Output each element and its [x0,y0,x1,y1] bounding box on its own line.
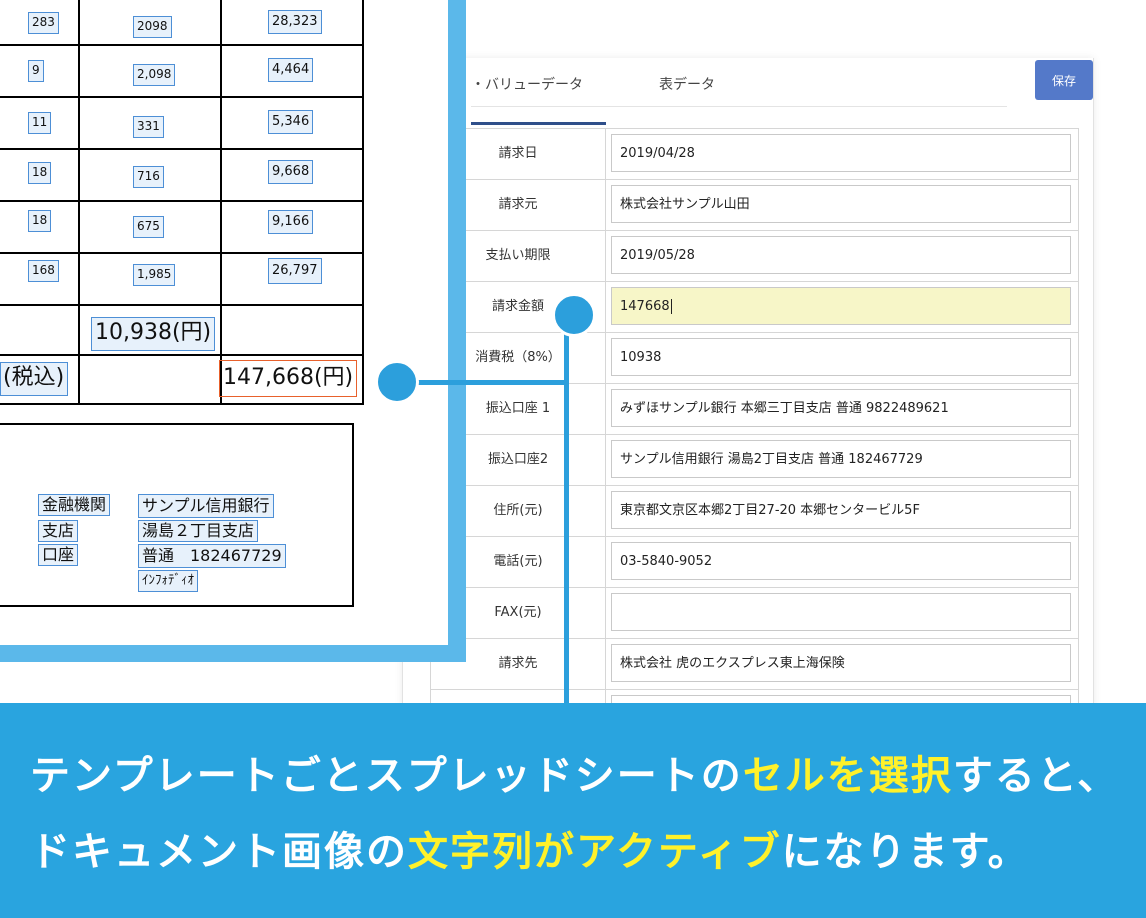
tab-key-value-data[interactable]: ・バリューデータ [471,74,606,125]
form-row-phone: 電話(元) 03-5840-9052 [431,537,1078,588]
doc-total-label[interactable]: (税込) [0,362,69,396]
form-row-bank-account-2: 振込口座2 サンプル信用銀行 湯島2丁目支店 普通 182467729 [431,435,1078,486]
caption-banner: テンプレートごとスプレッドシートのセルを選択すると、 ドキュメント画像の文字列が… [0,703,1146,918]
doc-qty-cell[interactable]: 9 [28,60,44,82]
form-row-bank-account-1: 振込口座 1 みずほサンプル銀行 本郷三丁目支店 普通 9822489621 [431,384,1078,435]
doc-amount-cell[interactable]: 4,464 [268,58,314,82]
table-line [362,0,364,405]
doc-bank-label[interactable]: 金融機関 [38,494,111,516]
caption-highlight: セルを選択 [742,753,953,799]
doc-amount-cell[interactable]: 28,323 [268,10,322,34]
doc-tax-amount[interactable]: 10,938(円) [91,317,216,351]
doc-qty-cell[interactable]: 283 [28,12,59,34]
fax-field[interactable] [611,593,1071,631]
bank-account-1-field[interactable]: みずほサンプル銀行 本郷三丁目支店 普通 9822489621 [611,389,1071,427]
doc-price-cell[interactable]: 331 [133,116,164,138]
caption-text: ドキュメント画像の [30,829,408,875]
field-highlight-dot [552,293,596,337]
table-line [0,252,364,254]
key-value-form: 請求日 2019/04/28 請求元 株式会社サンプル山田 支払い期限 2019… [430,128,1079,709]
form-row-due-date: 支払い期限 2019/05/28 [431,231,1078,282]
form-row-address: 住所(元) 東京都文京区本郷2丁目27-20 本郷センタービル5F [431,486,1078,537]
doc-price-cell[interactable]: 675 [133,216,164,238]
text-caret [670,299,672,314]
doc-qty-cell[interactable]: 11 [28,112,52,134]
connector-line [415,380,567,385]
table-line [0,354,364,356]
table-line [0,96,364,98]
table-line [0,44,364,46]
tab-table-data[interactable]: 表データ [659,74,715,94]
form-row-issuer: 請求元 株式会社サンプル山田 [431,180,1078,231]
bill-to-field[interactable]: 株式会社 虎のエクスプレス東上海保険 [611,644,1071,682]
phone-field[interactable]: 03-5840-9052 [611,542,1071,580]
table-line [78,0,80,405]
doc-bank-value[interactable]: 普通 182467729 [138,544,286,568]
doc-qty-cell[interactable]: 18 [28,162,52,184]
save-button[interactable]: 保存 [1035,60,1093,100]
issuer-field[interactable]: 株式会社サンプル山田 [611,185,1071,223]
table-line [220,0,222,405]
invoice-amount-field[interactable]: 147668 [611,287,1071,325]
caption-text: になります。 [781,829,1030,875]
doc-bank-label[interactable]: 支店 [38,520,79,542]
doc-price-cell[interactable]: 716 [133,166,164,188]
doc-qty-cell[interactable]: 168 [28,260,59,282]
doc-amount-cell[interactable]: 26,797 [268,258,322,284]
doc-price-cell[interactable]: 2,098 [133,64,176,86]
doc-bank-label[interactable]: 口座 [38,544,79,566]
doc-bank-value[interactable]: サンプル信用銀行 [138,494,274,518]
invoice-date-field[interactable]: 2019/04/28 [611,134,1071,172]
doc-qty-cell[interactable]: 18 [28,210,52,232]
connector-line [564,314,569,709]
tab-divider [471,106,1007,107]
table-line [0,304,364,306]
form-row-consumption-tax: 消費税（8%） 10938 [431,333,1078,384]
doc-amount-cell[interactable]: 5,346 [268,110,314,134]
bank-account-2-field[interactable]: サンプル信用銀行 湯島2丁目支店 普通 182467729 [611,440,1071,478]
tab-key-value-label: ・バリューデータ [471,77,583,93]
address-field[interactable]: 東京都文京区本郷2丁目27-20 本郷センタービル5F [611,491,1071,529]
doc-price-cell[interactable]: 1,985 [133,264,176,286]
doc-bank-value[interactable]: ｲﾝﾌｫﾃﾞｨｵ [138,570,198,592]
caption-highlight: 文字列がアクティブ [408,829,782,875]
form-row-fax: FAX(元) [431,588,1078,639]
form-row-invoice-amount: 請求金額 147668 [431,282,1078,333]
caption-line-1: テンプレートごとスプレッドシートのセルを選択すると、 [30,743,1119,801]
table-line [0,200,364,202]
form-row-bill-to: 請求先 株式会社 虎のエクスプレス東上海保険 [431,639,1078,690]
doc-total-amount[interactable]: 147,668(円) [219,360,358,397]
document-image: 283 2098 28,323 9 2,098 4,464 11 331 5,3… [0,0,448,645]
consumption-tax-field[interactable]: 10938 [611,338,1071,376]
tab-table-label: 表データ [659,77,715,93]
doc-amount-cell[interactable]: 9,166 [268,210,314,234]
doc-price-cell[interactable]: 2098 [133,16,172,38]
doc-amount-cell[interactable]: 9,668 [268,160,314,184]
invoice-amount-value: 147668 [620,299,670,314]
caption-text: テンプレートごとスプレッドシートの [30,753,743,799]
form-row-invoice-date: 請求日 2019/04/28 [431,129,1078,180]
doc-bank-value[interactable]: 湯島２丁目支店 [138,520,259,542]
document-highlight-dot [375,360,419,404]
caption-text: すると、 [952,753,1120,799]
caption-line-2: ドキュメント画像の文字列がアクティブになります。 [30,819,1030,877]
table-line [0,403,364,405]
table-line [0,148,364,150]
due-date-field[interactable]: 2019/05/28 [611,236,1071,274]
